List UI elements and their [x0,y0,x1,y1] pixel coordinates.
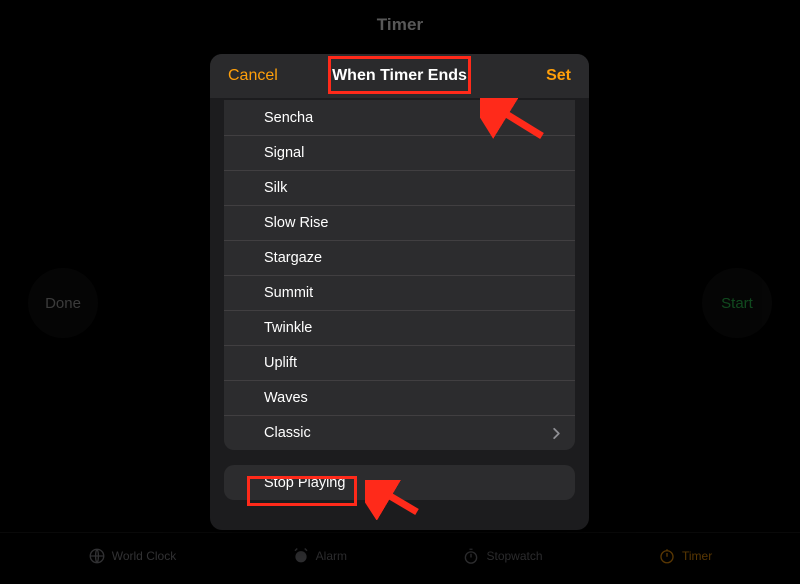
list-item[interactable]: Twinkle [224,310,575,345]
cancel-button[interactable]: Cancel [228,67,278,85]
tab-bar: World Clock Alarm Stopwatch Timer [0,532,800,578]
sound-list: Sencha Signal Silk Slow Rise Stargaze Su… [224,100,575,450]
list-item-label: Waves [264,390,308,406]
alarm-icon [292,547,310,565]
list-item-label: Sencha [264,110,313,126]
chevron-right-icon [552,427,561,440]
page-title: Timer [0,15,800,35]
stop-playing-label: Stop Playing [264,475,345,491]
timer-icon [658,547,676,565]
set-button[interactable]: Set [546,67,571,85]
list-item-label: Signal [264,145,304,161]
tab-timer-label: Timer [682,549,712,563]
tab-alarm-label: Alarm [316,549,347,563]
sheet-header: Cancel When Timer Ends Set [210,54,589,98]
tab-stopwatch-label: Stopwatch [486,549,542,563]
list-item-label: Slow Rise [264,215,328,231]
list-item-label: Silk [264,180,287,196]
tab-stopwatch[interactable]: Stopwatch [462,547,542,565]
sheet-body[interactable]: Sencha Signal Silk Slow Rise Stargaze Su… [210,98,589,530]
list-item[interactable]: Sencha [224,100,575,135]
list-item[interactable]: Slow Rise [224,205,575,240]
start-button[interactable]: Start [702,268,772,338]
list-item-label: Uplift [264,355,297,371]
list-item[interactable]: Uplift [224,345,575,380]
list-item-label: Summit [264,285,313,301]
list-item-label: Twinkle [264,320,312,336]
tab-world-clock-label: World Clock [112,549,176,563]
globe-icon [88,547,106,565]
list-item[interactable]: Summit [224,275,575,310]
list-item-label: Classic [264,425,311,441]
done-button[interactable]: Done [28,268,98,338]
list-item[interactable]: Waves [224,380,575,415]
tab-timer[interactable]: Timer [658,547,712,565]
list-item[interactable]: Silk [224,170,575,205]
list-item-label: Stargaze [264,250,322,266]
done-button-label: Done [45,295,81,312]
stop-playing-group: Stop Playing [224,465,575,500]
list-item[interactable]: Stargaze [224,240,575,275]
when-timer-ends-sheet: Cancel When Timer Ends Set Sencha Signal… [210,54,589,530]
list-item[interactable]: Signal [224,135,575,170]
tab-world-clock[interactable]: World Clock [88,547,176,565]
stop-playing-row[interactable]: Stop Playing [224,465,575,500]
stopwatch-icon [462,547,480,565]
list-item-classic[interactable]: Classic [224,415,575,450]
tab-alarm[interactable]: Alarm [292,547,347,565]
start-button-label: Start [721,295,753,312]
